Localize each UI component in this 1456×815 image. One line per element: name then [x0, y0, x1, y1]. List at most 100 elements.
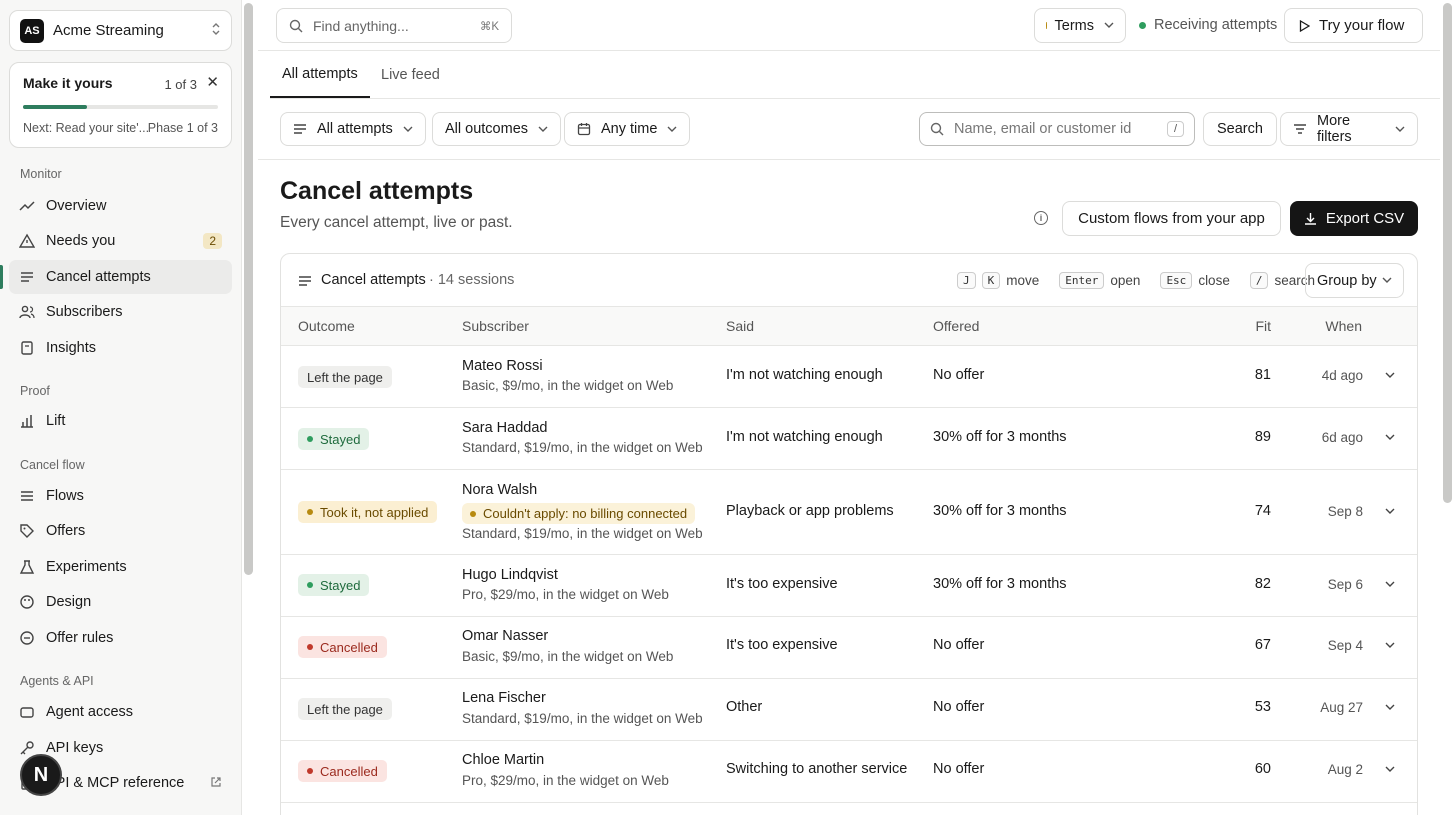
more-filters-button[interactable]: More filters	[1280, 112, 1418, 146]
sidebar-item-flows[interactable]: Flows	[9, 479, 232, 513]
subscriber-plan: Pro, $29/mo, in the widget on Web	[462, 773, 669, 788]
tab-all-attempts[interactable]: All attempts	[270, 52, 370, 98]
outcome-label: Left the page	[307, 701, 383, 717]
workspace-switcher[interactable]: AS Acme Streaming	[9, 10, 232, 51]
table-row[interactable]: Stayed Hugo Lindqvist Pro, $29/mo, in th…	[281, 555, 1417, 617]
assistant-button[interactable]: N	[20, 754, 62, 796]
table-row[interactable]: Left the page Lena Fischer Standard, $19…	[281, 679, 1417, 741]
tag-icon	[19, 523, 35, 539]
subscriber-plan: Standard, $19/mo, in the widget on Web	[462, 526, 703, 541]
column-header-outcome[interactable]: Outcome	[298, 318, 355, 334]
hint-label: close	[1198, 273, 1230, 288]
subscriber-name: Lena Fischer	[462, 690, 546, 706]
chevron-up-down-icon	[211, 22, 221, 39]
try-flow-button[interactable]: Try your flow	[1284, 8, 1423, 43]
agent-icon	[19, 704, 35, 720]
sidebar-item-offers[interactable]: Offers	[9, 514, 232, 548]
attempts-filter-label: All attempts	[317, 121, 393, 137]
attempts-filter[interactable]: All attempts	[280, 112, 426, 146]
onboarding-card[interactable]: Make it yours 1 of 3 ✕ Next: Read your s…	[9, 62, 232, 148]
tab-live-feed[interactable]: Live feed	[369, 52, 452, 98]
status-dot	[307, 436, 313, 442]
outcome-badge: Cancelled	[298, 636, 387, 658]
table-row[interactable]: Cancelled Chloe Martin Pro, $29/mo, in t…	[281, 741, 1417, 803]
key-hint: K	[981, 272, 1001, 289]
onboarding-next[interactable]: Next: Read your site'...	[23, 121, 149, 135]
group-by-label: Group by	[1317, 272, 1377, 289]
sidebar-item-design[interactable]: Design	[9, 585, 232, 619]
sidebar-scrollbar[interactable]	[244, 3, 253, 575]
column-header-subscriber[interactable]: Subscriber	[462, 318, 529, 334]
group-by-dropdown[interactable]: Group by	[1305, 263, 1404, 298]
trend-icon	[19, 198, 35, 214]
chevron-down-icon	[667, 124, 677, 135]
expand-chevron-icon[interactable]	[1385, 639, 1395, 651]
status-dot	[307, 768, 313, 774]
try-flow-label: Try your flow	[1319, 17, 1405, 34]
said-reason: Switching to another service	[726, 761, 908, 777]
table-header-bar: Cancel attempts · 14 sessions J K move E…	[281, 254, 1417, 307]
sidebar: AS Acme Streaming Make it yours 1 of 3 ✕…	[0, 0, 242, 815]
column-header-fit[interactable]: Fit	[1255, 318, 1271, 334]
main-content: Find anything... ⌘K Terms Receiving atte…	[258, 0, 1440, 815]
time-filter[interactable]: Any time	[564, 112, 691, 146]
sidebar-item-cancel-attempts[interactable]: Cancel attempts	[9, 260, 232, 294]
expand-chevron-icon[interactable]	[1385, 369, 1395, 381]
sidebar-item-subscribers[interactable]: Subscribers	[9, 295, 232, 329]
sidebar-item-agent-access[interactable]: Agent access	[9, 695, 232, 729]
said-reason: It's too expensive	[726, 637, 838, 653]
when-value: Aug 2	[1327, 762, 1363, 777]
sidebar-item-lift[interactable]: Lift	[9, 404, 232, 438]
sidebar-item-experiments[interactable]: Experiments	[9, 550, 232, 584]
external-link-icon	[210, 776, 222, 791]
bar-chart-icon	[19, 413, 35, 429]
status-dot	[1046, 22, 1047, 29]
expand-chevron-icon[interactable]	[1385, 701, 1395, 713]
sidebar-item-label: Needs you	[46, 233, 116, 249]
table-row[interactable]: Stayed Sara Haddad Standard, $19/mo, in …	[281, 408, 1417, 470]
table-row[interactable]: Cancelled Omar Nasser Basic, $9/mo, in t…	[281, 617, 1417, 679]
outcomes-filter[interactable]: All outcomes	[432, 112, 562, 146]
expand-chevron-icon[interactable]	[1385, 763, 1395, 775]
table-row[interactable]: Left the page Mateo Rossi Basic, $9/mo, …	[281, 346, 1417, 408]
export-csv-button[interactable]: Export CSV	[1290, 201, 1418, 236]
terms-label: Terms	[1054, 17, 1094, 34]
column-header-said[interactable]: Said	[726, 318, 754, 334]
info-icon[interactable]: i	[1034, 211, 1048, 225]
sidebar-item-label: Offer rules	[46, 630, 114, 646]
expand-chevron-icon[interactable]	[1385, 505, 1395, 517]
page-title: Cancel attempts	[280, 177, 474, 205]
terms-dropdown[interactable]: Terms	[1034, 8, 1126, 43]
sidebar-item-insights[interactable]: Insights	[9, 331, 232, 365]
when-value: Sep 4	[1327, 638, 1363, 653]
flow-icon	[19, 488, 35, 504]
column-header-offered[interactable]: Offered	[933, 318, 979, 334]
sidebar-item-offer-rules[interactable]: Offer rules	[9, 621, 232, 655]
receiving-status: Receiving attempts	[1139, 17, 1277, 33]
sidebar-item-needs-you[interactable]: Needs you 2	[9, 224, 232, 258]
main-scrollbar[interactable]	[1443, 3, 1452, 503]
custom-flows-button[interactable]: Custom flows from your app	[1062, 201, 1281, 236]
global-search-input[interactable]: Find anything... ⌘K	[276, 8, 512, 43]
table-row[interactable]: Took it, not applied Nora Walsh Couldn't…	[281, 470, 1417, 555]
offered-value: 30% off for 3 months	[933, 576, 1067, 592]
expand-chevron-icon[interactable]	[1385, 431, 1395, 443]
chevron-down-icon	[403, 124, 413, 135]
outcome-label: Stayed	[320, 577, 361, 593]
expand-chevron-icon[interactable]	[1385, 578, 1395, 590]
when-value: 6d ago	[1321, 430, 1363, 445]
when-value: Sep 8	[1327, 504, 1363, 519]
subscriber-search-input[interactable]: Name, email or customer id /	[919, 112, 1195, 146]
sidebar-item-label: API keys	[46, 740, 104, 756]
sidebar-item-overview[interactable]: Overview	[9, 189, 232, 223]
onboarding-progress-fill	[23, 105, 88, 109]
subscriber-name: Hugo Lindqvist	[462, 567, 558, 583]
outcome-badge: Stayed	[298, 428, 370, 450]
column-header-when[interactable]: When	[1325, 318, 1362, 334]
search-button[interactable]: Search	[1203, 112, 1277, 146]
more-filters-label: More filters	[1317, 113, 1352, 145]
chevron-down-icon	[1395, 124, 1405, 135]
page-subtitle: Every cancel attempt, live or past.	[280, 214, 513, 231]
offered-value: No offer	[933, 367, 985, 383]
close-icon[interactable]: ✕	[206, 73, 219, 91]
